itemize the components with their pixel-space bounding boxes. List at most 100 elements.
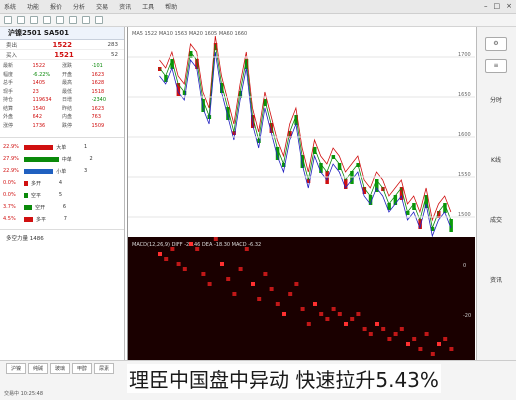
quote-value: 1628	[91, 80, 105, 86]
indicator-bar	[418, 347, 423, 351]
flow-percent: 0.0%	[3, 192, 16, 198]
indicator-bar	[368, 332, 373, 336]
contract-tab[interactable]: 沪镍	[6, 363, 27, 374]
quote-panel: 沪镍2501 SA501 卖出 1522 283 买入 1521 52 最新 15…	[0, 27, 125, 365]
indicator-bar	[201, 272, 206, 276]
quote-label: 最高	[62, 80, 73, 86]
indicator-bar	[257, 297, 262, 301]
timeshare-icon[interactable]	[56, 16, 64, 24]
ask-label: 卖出	[6, 42, 18, 49]
indicator-bar	[176, 262, 181, 266]
zoom-out-icon[interactable]	[82, 16, 90, 24]
flow-percent: 27.9%	[3, 156, 19, 162]
menu-item[interactable]: 分析	[73, 2, 85, 11]
window-controls: – □ ×	[484, 2, 512, 10]
quote-label: 昨结	[62, 105, 73, 112]
back-icon[interactable]	[4, 16, 12, 24]
price-pane-bg	[128, 27, 475, 237]
menu-bar: 系统 功能 报价 分析 交易 资讯 工具 帮助	[0, 0, 516, 14]
indicator-bar	[412, 337, 417, 341]
quote-value: -101	[91, 63, 103, 69]
indicator-bar	[288, 292, 293, 296]
indicator-bar	[375, 322, 379, 326]
chart-canvas[interactable]: MA5 1522 MA10 1563 MA20 1605 MA60 1660 M…	[128, 27, 475, 360]
contract-tab[interactable]: 尿素	[94, 363, 115, 374]
flow-row: 27.9% 中单 2	[0, 153, 124, 165]
ma-header: MA5 1522 MA10 1563 MA20 1605 MA60 1660	[132, 31, 247, 37]
quote-label: 外盘	[3, 114, 14, 120]
flow-label: 中单	[61, 156, 72, 163]
menu-item[interactable]: 工具	[142, 2, 154, 11]
flow-footer: 多空力量 1486	[0, 229, 124, 246]
quote-value: 119634	[32, 97, 52, 103]
indicator-bar	[306, 322, 311, 326]
kline-icon[interactable]	[43, 16, 51, 24]
close-button[interactable]: ×	[506, 2, 512, 10]
side-tab[interactable]: 成交	[489, 217, 503, 224]
forward-icon[interactable]	[17, 16, 25, 24]
flow-bar	[24, 156, 59, 162]
price-tick-label: 1700	[458, 52, 471, 58]
bid-row[interactable]: 买入 1521 52	[0, 50, 124, 60]
settings-icon[interactable]: ⚙	[485, 37, 507, 51]
indicator-bar	[263, 272, 268, 276]
indicator-bar	[350, 317, 355, 321]
capital-flow-list: 22.9% 大单 1 27.9% 中单 2 22.9% 小单 3 0.0% 多开 4 0.0% 空平 5 3.…	[0, 138, 124, 225]
status-text: 交易中 10:25:48	[4, 391, 44, 397]
indicator-icon[interactable]	[95, 16, 103, 24]
quote-label: 总手	[3, 80, 14, 86]
indicator-bar	[251, 282, 255, 286]
indicator-bar	[232, 292, 237, 296]
contract-title: 沪镍2501 SA501	[0, 27, 124, 40]
indicator-bar	[325, 317, 330, 321]
side-tab[interactable]: K线	[489, 157, 503, 164]
refresh-icon[interactable]	[30, 16, 38, 24]
price-tick-label: 1550	[458, 172, 471, 178]
maximize-button[interactable]: □	[494, 2, 501, 10]
flow-percent: 0.0%	[3, 180, 16, 186]
quote-label: 跌停	[62, 122, 73, 129]
zoom-in-icon[interactable]	[69, 16, 77, 24]
side-tab[interactable]: 分时	[489, 97, 503, 104]
indicator-tick-label: 0	[463, 263, 466, 269]
flow-percent: 22.9%	[3, 144, 19, 150]
price-tick-label: 1650	[458, 92, 471, 98]
menu-item[interactable]: 帮助	[165, 2, 177, 11]
indicator-bar	[207, 282, 212, 286]
flow-label: 空平	[31, 192, 42, 199]
ask-volume: 283	[107, 41, 119, 48]
indicator-bar	[344, 322, 348, 326]
menu-item[interactable]: 功能	[27, 2, 39, 11]
indicator-bar	[430, 352, 435, 356]
contract-tab[interactable]: 甲醇	[72, 363, 93, 374]
side-tab[interactable]: 资讯	[489, 277, 503, 284]
menu-item[interactable]: 资讯	[119, 2, 131, 11]
contract-tab[interactable]: 玻璃	[50, 363, 71, 374]
expand-icon[interactable]: ≡	[485, 59, 507, 73]
flow-row: 3.7% 空开 6	[0, 201, 124, 213]
flow-label: 小单	[56, 168, 67, 175]
flow-label: 大单	[56, 144, 67, 151]
indicator-bar	[331, 307, 336, 311]
indicator-bar	[170, 247, 175, 251]
contract-tab[interactable]: 纯碱	[28, 363, 49, 374]
minimize-button[interactable]: –	[484, 2, 488, 10]
flow-row: 4.5% 多平 7	[0, 213, 124, 225]
news-headline: 理臣中国盘中异动 快速拉升5.43%	[127, 364, 441, 393]
menu-item[interactable]: 报价	[50, 2, 62, 11]
indicator-bar	[282, 312, 286, 316]
quote-value: 23	[32, 88, 39, 95]
quote-value: 1509	[91, 122, 105, 129]
menu-item[interactable]: 系统	[4, 2, 16, 11]
indicator-bar	[244, 247, 249, 251]
quote-value: 642	[32, 114, 43, 120]
flow-count: 3	[84, 168, 88, 174]
quote-value: 1522	[32, 63, 46, 69]
menu-item[interactable]: 交易	[96, 2, 108, 11]
kline-chart[interactable]: MA5 1522 MA10 1563 MA20 1605 MA60 1660 M…	[127, 27, 475, 360]
quote-value: 1405	[32, 80, 46, 86]
quote-value: 1623	[91, 71, 105, 78]
indicator-bar	[195, 247, 200, 251]
quote-value: 1540	[32, 105, 46, 112]
ask-row[interactable]: 卖出 1522 283	[0, 40, 124, 50]
